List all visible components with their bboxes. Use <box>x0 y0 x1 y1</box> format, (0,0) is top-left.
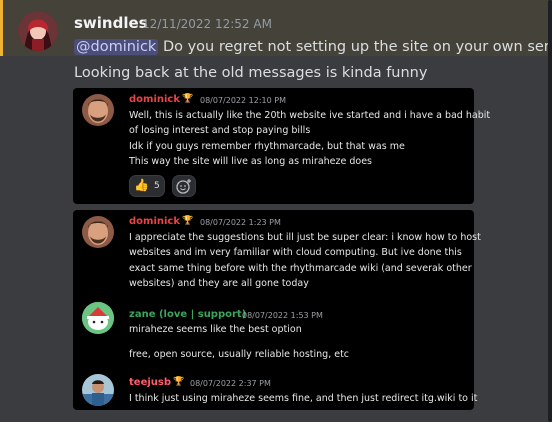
trophy-icon: 🏆 <box>182 216 194 226</box>
message-line-1: @dominick Do you regret not setting up t… <box>74 39 552 55</box>
quoted-timestamp: 08/07/2022 1:53 PM <box>242 311 323 320</box>
quoted-timestamp: 08/07/2022 1:23 PM <box>200 218 281 227</box>
reaction-count: 5 <box>154 181 160 191</box>
quoted-author: dominick <box>129 216 181 227</box>
trophy-icon: 🏆 <box>182 94 194 104</box>
quoted-line: exact same thing before with the rhythma… <box>129 263 472 274</box>
avatar <box>82 216 114 248</box>
thumbs-up-icon: 👍 <box>134 178 149 192</box>
quoted-author: teejusb <box>129 377 172 388</box>
screenshot-attachment-1[interactable]: dominick 🏆 08/07/2022 12:10 PM Well, thi… <box>73 88 490 204</box>
quoted-line: I appreciate the suggestions but ill jus… <box>129 232 481 243</box>
quoted-line: Idk if you guys remember rhythmarcade, b… <box>129 141 405 152</box>
quoted-author: zane (love | support) <box>129 309 247 320</box>
message: swindles 12/11/2022 12:52 AM @dominick D… <box>0 0 552 422</box>
quoted-line: This way the site will live as long as m… <box>129 156 373 167</box>
message-text-1: Do you regret not setting up the site on… <box>162 39 552 55</box>
quoted-line: of losing interest and stop paying bills <box>129 125 311 136</box>
quoted-timestamp: 08/07/2022 12:10 PM <box>200 96 286 105</box>
trophy-icon: 🏆 <box>173 377 185 387</box>
message-timestamp: 12/11/2022 12:52 AM <box>142 17 272 31</box>
add-reaction-button[interactable] <box>172 175 196 197</box>
screenshot-attachment-2[interactable]: dominick 🏆 08/07/2022 1:23 PM I apprecia… <box>73 210 481 410</box>
user-mention[interactable]: @dominick <box>74 39 159 55</box>
avatar <box>82 302 114 334</box>
scrollbar[interactable] <box>548 0 552 422</box>
quoted-line: websites) and they are all gone today <box>129 278 309 289</box>
quoted-author: dominick <box>129 94 181 105</box>
avatar <box>82 94 114 126</box>
quoted-line: websites and im very familiar with cloud… <box>129 247 462 258</box>
quoted-line: Well, this is actually like the 20th web… <box>129 110 491 121</box>
reaction-thumbs-up[interactable]: 👍 5 <box>129 175 165 197</box>
mention-accent-bar <box>0 0 3 56</box>
quoted-timestamp: 08/07/2022 2:37 PM <box>190 379 271 388</box>
quoted-line: free, open source, usually reliable host… <box>129 349 350 360</box>
avatar <box>82 374 114 406</box>
add-reaction-icon <box>176 179 191 194</box>
avatar[interactable] <box>18 11 58 51</box>
quoted-line: miraheze seems like the best option <box>129 324 302 335</box>
message-line-2: Looking back at the old messages is kind… <box>74 65 428 81</box>
quoted-line: I think just using miraheze seems fine, … <box>129 393 478 404</box>
author-name[interactable]: swindles <box>74 14 148 32</box>
